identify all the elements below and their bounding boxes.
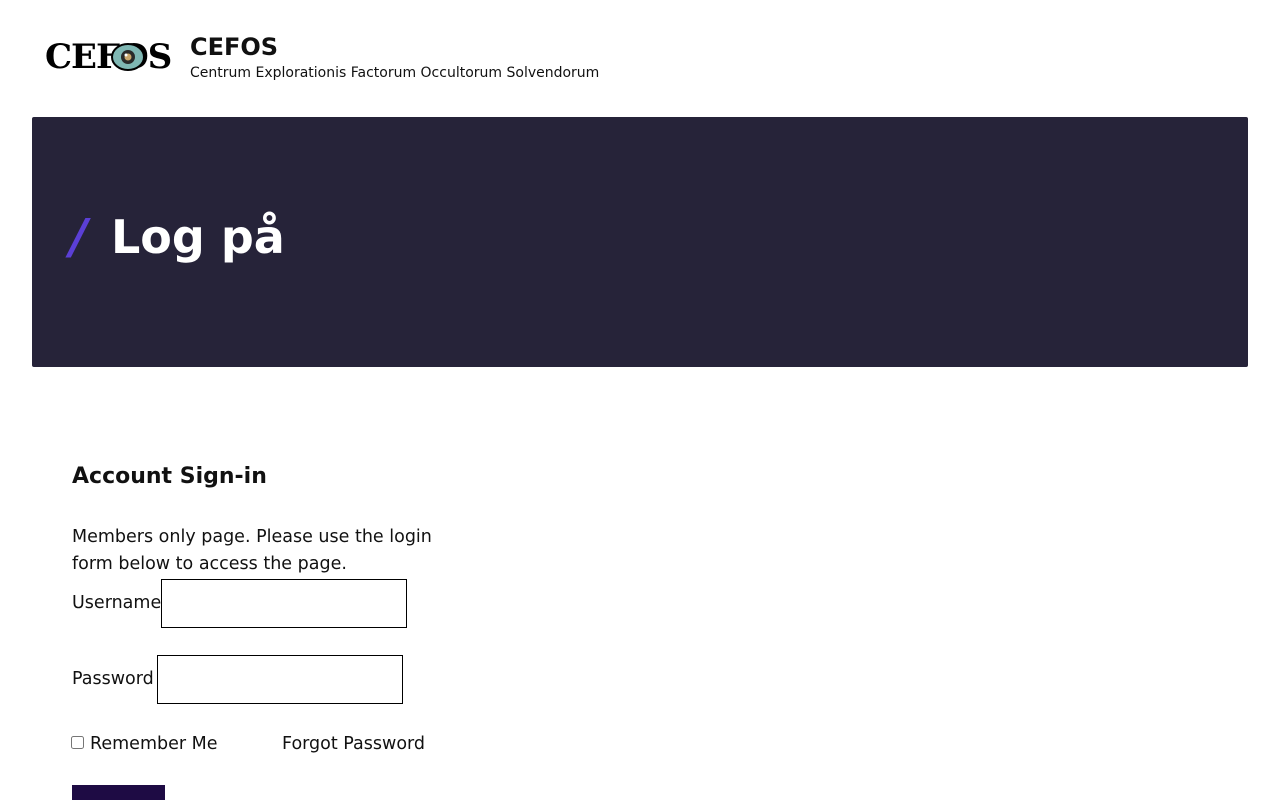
site-title[interactable]: CEFOS <box>190 33 278 61</box>
page-hero: / Log på <box>32 117 1248 367</box>
page-title: Log på <box>111 210 285 264</box>
site-header: CEFOS CEFOS Centrum Explorationis Factor… <box>0 0 1280 117</box>
logo-wordmark: CEFOS <box>45 37 172 77</box>
site-logo[interactable]: CEFOS <box>45 38 172 76</box>
username-input[interactable] <box>161 579 407 628</box>
password-input[interactable] <box>157 655 403 704</box>
forgot-password-link[interactable]: Forgot Password <box>282 732 425 756</box>
hero-accent-slash: / <box>70 209 88 265</box>
eye-icon <box>111 43 145 71</box>
password-label: Password <box>72 669 154 689</box>
site-tagline: Centrum Explorationis Factorum Occultoru… <box>190 65 600 81</box>
remember-me-label[interactable]: Remember Me <box>90 732 218 756</box>
login-button[interactable] <box>72 785 165 800</box>
signin-heading: Account Sign-in <box>72 464 267 489</box>
username-label: Username <box>72 593 162 613</box>
remember-me-checkbox[interactable] <box>71 736 84 749</box>
signin-description: Members only page. Please use the login … <box>72 527 432 574</box>
